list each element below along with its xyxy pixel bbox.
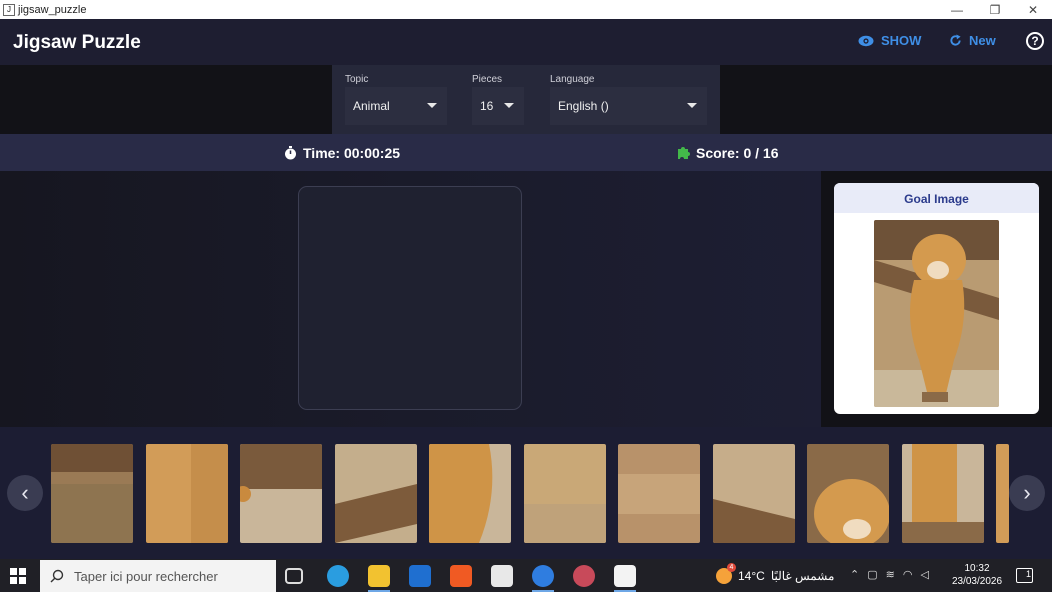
puzzle-piece[interactable] — [996, 444, 1009, 543]
clock-date: 23/03/2026 — [951, 576, 1003, 587]
weather-sun-icon: 4 — [716, 563, 736, 584]
piece-tray: ‹ › — [0, 427, 1052, 559]
outlook-icon[interactable] — [409, 565, 431, 587]
new-button[interactable]: New — [949, 33, 996, 48]
pieces-label: Pieces — [472, 74, 503, 85]
edge-icon[interactable] — [327, 565, 349, 587]
volume-icon[interactable]: ◁ — [920, 568, 928, 581]
window-title: jigsaw_puzzle — [18, 3, 87, 16]
tray-next-button[interactable]: › — [1009, 475, 1045, 511]
score-text: Score: 0 / 16 — [696, 145, 779, 161]
topic-label: Topic — [345, 74, 369, 85]
eye-icon — [858, 35, 874, 46]
show-button-label: SHOW — [881, 33, 922, 48]
notification-button[interactable]: 1 — [1016, 568, 1033, 583]
topic-value: Animal — [353, 99, 390, 113]
search-placeholder: Taper ici pour rechercher — [74, 568, 218, 584]
weather-badge: 4 — [727, 563, 736, 572]
game-controls: Topic Animal Pieces 16 Language English … — [332, 65, 720, 134]
timer: Time: 00:00:25 — [284, 145, 400, 161]
search-icon — [50, 569, 64, 583]
puzzle-piece-icon — [678, 147, 690, 159]
device-icon[interactable]: ▢ — [867, 568, 877, 581]
windows-taskbar: Taper ici pour rechercher 4 14°C مشمس غا… — [0, 559, 1052, 592]
goal-panel: Goal Image — [821, 171, 1052, 427]
pieces-value: 16 — [480, 99, 494, 113]
topic-select[interactable]: Animal — [345, 87, 447, 125]
window-titlebar: J jigsaw_puzzle — ❐ ✕ — [0, 0, 1052, 19]
weather-widget[interactable]: 4 14°C مشمس غالبًا — [716, 563, 835, 584]
puzzle-piece[interactable] — [335, 444, 417, 543]
tray-prev-button[interactable]: ‹ — [7, 475, 43, 511]
wifi-icon[interactable]: ◠ — [903, 568, 913, 581]
stopwatch-icon — [285, 146, 296, 160]
goal-title: Goal Image — [834, 183, 1039, 213]
start-button[interactable] — [10, 568, 26, 584]
taskbar-search[interactable]: Taper ici pour rechercher — [40, 560, 276, 592]
help-button[interactable]: ? — [1026, 32, 1044, 50]
jigsaw-app-icon[interactable] — [614, 565, 636, 587]
close-button[interactable]: ✕ — [1014, 0, 1052, 19]
puzzle-piece[interactable] — [713, 444, 795, 543]
status-bar: Time: 00:00:25 Score: 0 / 16 — [0, 134, 1052, 171]
clock-time: 10:32 — [964, 563, 990, 574]
chevron-down-icon — [427, 103, 437, 108]
puzzle-piece[interactable] — [902, 444, 984, 543]
puzzle-piece[interactable] — [429, 444, 511, 543]
puzzle-piece[interactable] — [146, 444, 228, 543]
app-icon: J — [3, 3, 15, 16]
app-b-icon[interactable] — [573, 565, 595, 587]
minimize-button[interactable]: — — [938, 0, 976, 19]
restore-button[interactable]: ❐ — [976, 0, 1014, 19]
board-area — [0, 171, 821, 427]
weather-temp: 14°C — [738, 569, 765, 583]
app-title: Jigsaw Puzzle — [13, 32, 141, 53]
chevron-down-icon — [504, 103, 514, 108]
app-header: Jigsaw Puzzle SHOW New ? — [0, 19, 1052, 65]
chevron-up-icon[interactable]: ⌃ — [850, 568, 859, 581]
puzzle-piece[interactable] — [807, 444, 889, 543]
weather-text: مشمس غالبًا — [770, 569, 835, 583]
goal-card: Goal Image — [834, 183, 1039, 414]
file-explorer-icon[interactable] — [368, 565, 390, 587]
language-value: English () — [558, 99, 609, 113]
timer-text: Time: 00:00:25 — [303, 145, 401, 161]
brave-icon[interactable] — [450, 565, 472, 587]
task-view-icon[interactable] — [285, 568, 303, 584]
system-tray: ⌃ ▢ ≋ ◠ ◁ — [850, 568, 929, 581]
network-off-icon[interactable]: ≋ — [886, 568, 895, 581]
show-button[interactable]: SHOW — [858, 33, 921, 48]
refresh-icon — [950, 34, 961, 46]
store-icon[interactable] — [491, 565, 513, 587]
puzzle-piece[interactable] — [524, 444, 606, 543]
language-label: Language — [550, 74, 595, 85]
goal-image — [874, 220, 999, 407]
clock[interactable]: 10:32 23/03/2026 — [950, 562, 1004, 588]
app-a-icon[interactable] — [532, 565, 554, 587]
puzzle-piece[interactable] — [240, 444, 322, 543]
window-controls: — ❐ ✕ — [938, 0, 1052, 19]
puzzle-board[interactable] — [298, 186, 522, 410]
puzzle-piece[interactable] — [618, 444, 700, 543]
puzzle-piece[interactable] — [51, 444, 133, 543]
pieces-select[interactable]: 16 — [472, 87, 524, 125]
new-button-label: New — [969, 33, 996, 48]
score: Score: 0 / 16 — [676, 145, 779, 161]
chevron-down-icon — [687, 103, 697, 108]
language-select[interactable]: English () — [550, 87, 707, 125]
